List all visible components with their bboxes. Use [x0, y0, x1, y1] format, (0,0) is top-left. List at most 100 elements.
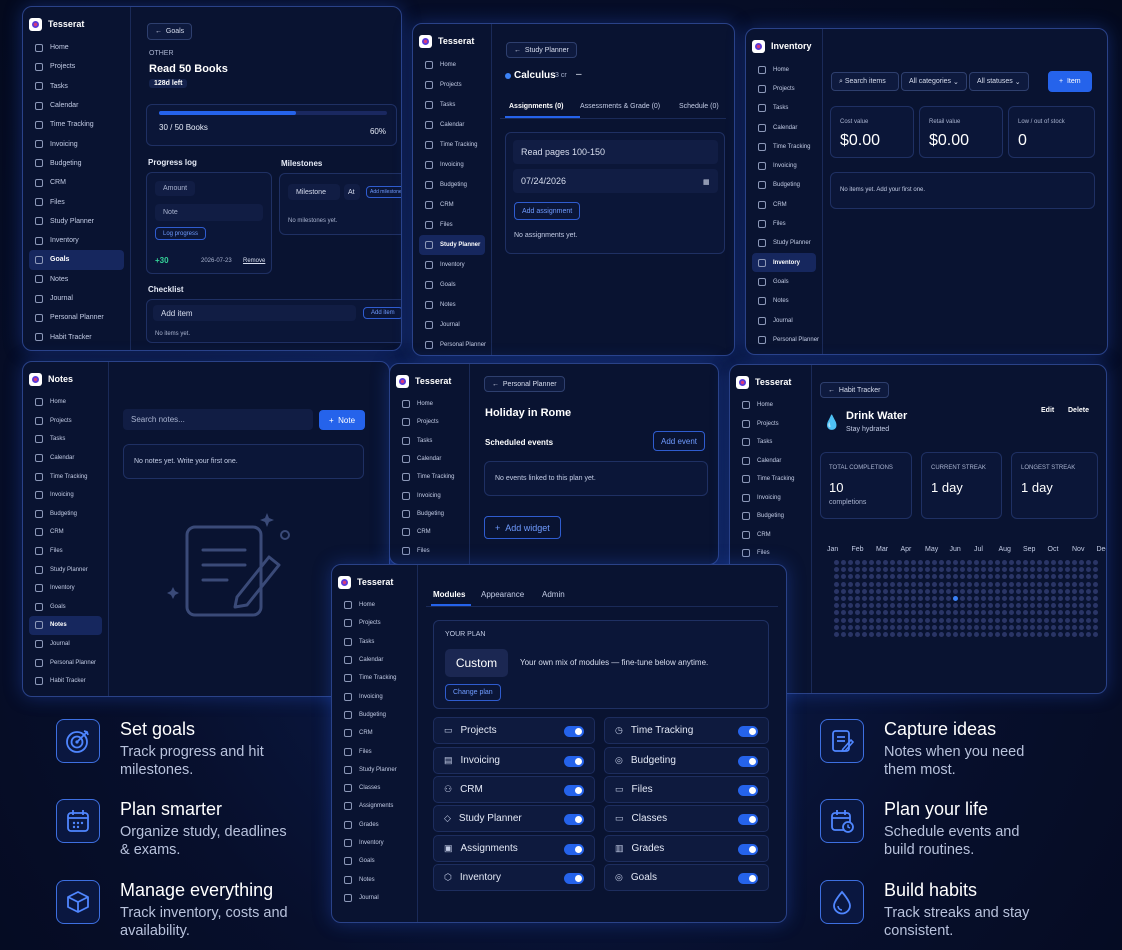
sidebar-item-calendar[interactable]: Calendar: [396, 450, 463, 468]
add-assignment-button[interactable]: Add assignment: [514, 202, 581, 220]
toggle-budgeting[interactable]: [738, 756, 758, 767]
sidebar-item-time-tracking[interactable]: Time Tracking: [29, 467, 102, 486]
module-files[interactable]: ▭ Files: [604, 776, 769, 803]
sidebar-item-study-planner[interactable]: Study Planner: [338, 761, 411, 779]
sidebar-item-home[interactable]: Home: [396, 395, 463, 413]
sidebar-item-home[interactable]: Home: [419, 55, 485, 75]
sidebar-item-budgeting[interactable]: Budgeting: [752, 176, 816, 195]
sidebar-item-personal-planner[interactable]: Personal Planner: [419, 335, 486, 355]
sidebar-item-journal[interactable]: Journal: [29, 289, 124, 308]
sidebar-item-invoicing[interactable]: Invoicing: [736, 489, 805, 508]
sidebar-item-inventory[interactable]: Inventory: [29, 579, 102, 598]
sidebar-item-crm[interactable]: CRM: [396, 523, 463, 541]
sidebar-item-goals[interactable]: Goals: [419, 275, 485, 295]
sidebar-item-crm[interactable]: CRM: [419, 195, 485, 215]
sidebar-item-invoicing[interactable]: Invoicing: [338, 687, 411, 705]
module-budgeting[interactable]: ◎ Budgeting: [604, 747, 769, 774]
sidebar-item-projects[interactable]: Projects: [338, 614, 411, 632]
sidebar-item-budgeting[interactable]: Budgeting: [419, 175, 485, 195]
back-button[interactable]: ← Habit Tracker: [820, 382, 889, 398]
assignment-date-input[interactable]: 07/24/2026: [513, 169, 718, 193]
add-item-button[interactable]: Add item: [363, 307, 401, 319]
back-button[interactable]: ← Personal Planner: [484, 376, 565, 392]
sidebar-item-notes[interactable]: Notes: [419, 295, 485, 315]
toggle-study-planner[interactable]: [564, 814, 584, 825]
sidebar-item-habit-tracker[interactable]: Habit Tracker: [29, 327, 124, 346]
amount-input[interactable]: Amount: [155, 181, 195, 196]
sidebar-item-projects[interactable]: Projects: [419, 75, 485, 95]
sidebar-item-journal[interactable]: Journal: [29, 635, 102, 654]
checklist-input[interactable]: Add item: [153, 305, 356, 321]
sidebar-item-inventory[interactable]: Inventory: [29, 231, 124, 250]
add-note-button[interactable]: + Note: [319, 410, 366, 430]
sidebar-item-calendar[interactable]: Calendar: [419, 115, 485, 135]
toggle-crm[interactable]: [564, 785, 584, 796]
delete-button[interactable]: Delete: [1068, 407, 1089, 414]
sidebar-item-tasks[interactable]: Tasks: [419, 95, 485, 115]
sidebar-item-files[interactable]: Files: [338, 742, 411, 760]
remove-log-button[interactable]: Remove: [243, 258, 265, 264]
sidebar-item-goals[interactable]: Goals: [29, 598, 102, 617]
sidebar-item-tasks[interactable]: Tasks: [29, 430, 102, 449]
sidebar-item-time-tracking[interactable]: Time Tracking: [29, 115, 124, 134]
sidebar-item-goals[interactable]: Goals: [338, 852, 411, 870]
toggle-inventory[interactable]: [564, 873, 584, 884]
sidebar-item-files[interactable]: Files: [736, 544, 805, 563]
sidebar-item-budgeting[interactable]: Budgeting: [29, 154, 124, 173]
status-select[interactable]: All statuses ⌄: [969, 72, 1029, 91]
sidebar-item-personal-planner[interactable]: Personal Planner: [29, 308, 124, 327]
sidebar-item-projects[interactable]: Projects: [752, 79, 816, 98]
toggle-time-tracking[interactable]: [738, 726, 758, 737]
sidebar-item-journal[interactable]: Journal: [752, 311, 816, 330]
sidebar-item-calendar[interactable]: Calendar: [29, 449, 102, 468]
module-grades[interactable]: ▥ Grades: [604, 835, 769, 862]
sidebar-item-budgeting[interactable]: Budgeting: [29, 505, 102, 524]
toggle-projects[interactable]: [564, 726, 584, 737]
change-plan-button[interactable]: Change plan: [445, 684, 501, 701]
sidebar-item-budgeting[interactable]: Budgeting: [396, 505, 463, 523]
calendar-picker-icon[interactable]: ▦: [703, 178, 710, 186]
module-inventory[interactable]: ⬡ Inventory: [433, 864, 595, 891]
toggle-goals[interactable]: [738, 873, 758, 884]
sidebar-item-study-planner[interactable]: Study Planner: [29, 560, 102, 579]
add-milestone-button[interactable]: Add milestone: [366, 186, 401, 198]
tab-assessments[interactable]: Assessments & Grade (0): [580, 103, 660, 110]
module-time-tracking[interactable]: ◷ Time Tracking: [604, 717, 769, 744]
sidebar-item-projects[interactable]: Projects: [396, 413, 463, 431]
sidebar-item-personal-planner[interactable]: Personal Planner: [752, 330, 819, 349]
sidebar-item-calendar[interactable]: Calendar: [752, 118, 816, 137]
toggle-files[interactable]: [738, 785, 758, 796]
sidebar-item-tasks[interactable]: Tasks: [29, 77, 124, 96]
sidebar-item-files[interactable]: Files: [29, 542, 102, 561]
sidebar-item-journal[interactable]: Journal: [338, 889, 411, 907]
sidebar-item-time-tracking[interactable]: Time Tracking: [752, 137, 816, 156]
toggle-invoicing[interactable]: [564, 756, 584, 767]
sidebar-item-files[interactable]: Files: [29, 192, 124, 211]
sidebar-item-goals[interactable]: Goals: [29, 250, 124, 270]
back-button[interactable]: ← Study Planner: [506, 42, 577, 58]
sidebar-item-files[interactable]: Files: [396, 541, 463, 559]
sidebar-item-assignments[interactable]: Assignments: [338, 797, 411, 815]
module-study-planner[interactable]: ◇ Study Planner: [433, 805, 595, 832]
module-goals[interactable]: ◎ Goals: [604, 864, 769, 891]
sidebar-item-home[interactable]: Home: [338, 596, 411, 614]
sidebar-item-home[interactable]: Home: [29, 38, 124, 57]
milestone-input[interactable]: Milestone: [288, 184, 340, 200]
sidebar-item-calendar[interactable]: Calendar: [736, 452, 805, 471]
sidebar-item-invoicing[interactable]: Invoicing: [29, 134, 124, 153]
search-notes-input[interactable]: Search notes...: [123, 409, 313, 430]
toggle-classes[interactable]: [738, 814, 758, 825]
sidebar-item-classes[interactable]: Classes: [338, 779, 411, 797]
sidebar-item-invoicing[interactable]: Invoicing: [29, 486, 102, 505]
toggle-grades[interactable]: [738, 844, 758, 855]
category-select[interactable]: All categories ⌄: [901, 72, 967, 91]
tab-schedule[interactable]: Schedule (0): [679, 103, 719, 110]
collapse-icon[interactable]: –: [576, 69, 582, 80]
sidebar-item-projects[interactable]: Projects: [736, 415, 805, 434]
sidebar-item-time-tracking[interactable]: Time Tracking: [338, 669, 411, 687]
milestone-at-input[interactable]: At: [344, 184, 360, 200]
sidebar-item-home[interactable]: Home: [736, 396, 805, 415]
sidebar-item-files[interactable]: Files: [752, 214, 816, 233]
add-widget-button[interactable]: + Add widget: [484, 516, 561, 539]
sidebar-item-home[interactable]: Home: [752, 60, 816, 79]
